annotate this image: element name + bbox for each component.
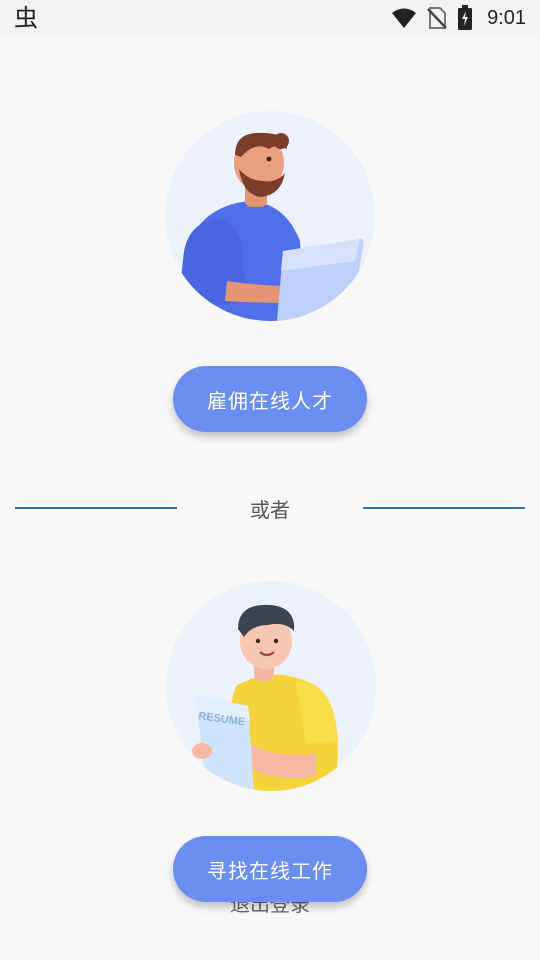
battery-charging-icon: [458, 5, 473, 30]
clock-time: 9:01: [487, 6, 526, 29]
man-with-laptop-illustration: [165, 111, 375, 321]
status-icons: 9:01: [391, 0, 526, 36]
no-sim-icon: [427, 7, 447, 29]
divider-line-right: [363, 507, 525, 509]
find-job-button[interactable]: 寻找在线工作: [173, 836, 367, 902]
man-with-resume-illustration: RESUME: [166, 581, 376, 791]
wifi-icon: [392, 8, 417, 28]
screen: 虫 9:01 雇佣在线人才 或者 RESUME 退出登录 寻找在线工作: [0, 0, 540, 960]
status-bar: 虫 9:01: [0, 0, 540, 36]
hire-talent-button[interactable]: 雇佣在线人才: [173, 366, 367, 432]
app-notification-icon: 虫: [14, 4, 38, 32]
